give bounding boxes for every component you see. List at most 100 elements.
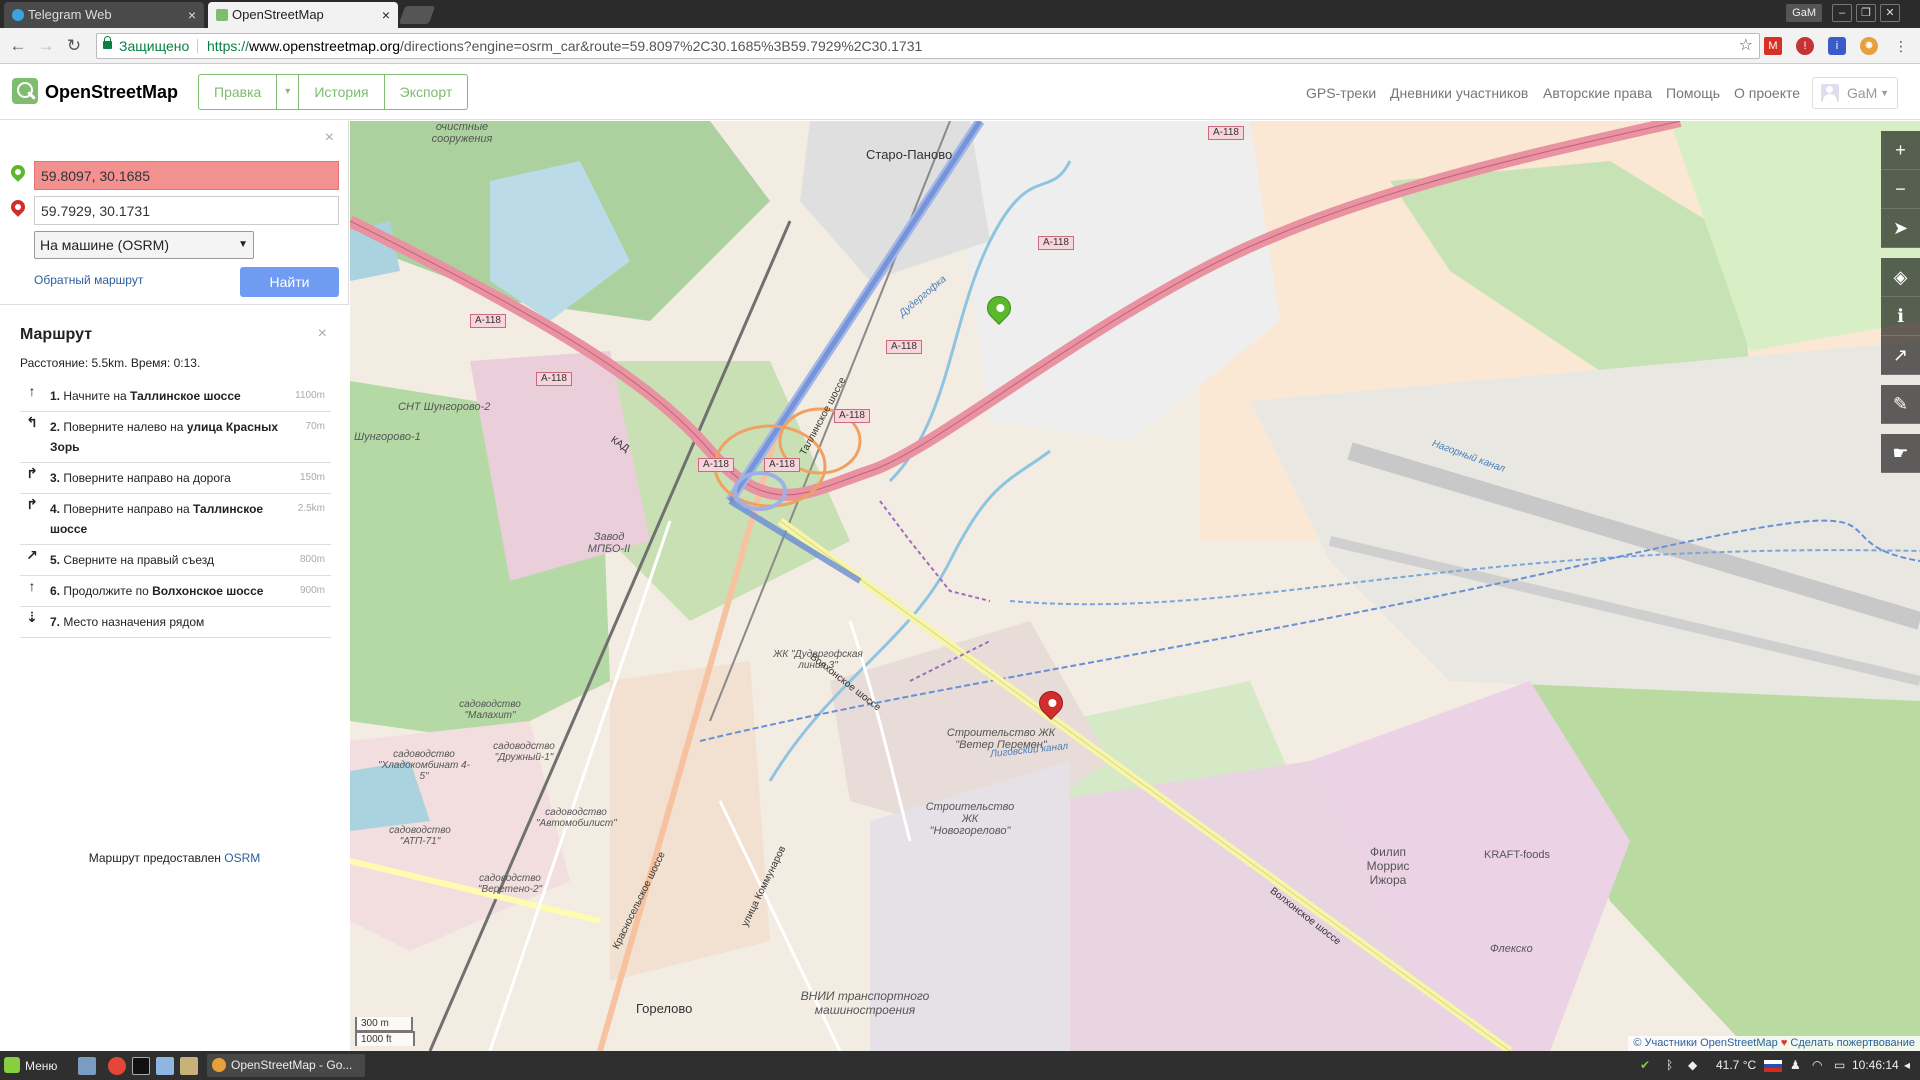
map-label-gorelovo: Горелово <box>636 1001 693 1016</box>
site-title[interactable]: OpenStreetMap <box>45 82 178 103</box>
nav-copyright[interactable]: Авторские права <box>1543 85 1652 101</box>
export-button[interactable]: Экспорт <box>385 75 468 109</box>
bluetooth-icon[interactable]: ᛒ <box>1666 1051 1673 1080</box>
edit-button-group: Правка ▾ История Экспорт <box>198 74 469 110</box>
map-label-atp: садоводство "АТП-71" <box>389 825 451 847</box>
route-step-distance: 2.5km <box>297 503 325 514</box>
close-icon[interactable]: × <box>382 2 390 28</box>
share-icon[interactable]: ↗ <box>1881 336 1920 375</box>
osrm-link[interactable]: OSRM <box>224 851 260 865</box>
to-field[interactable] <box>34 196 339 225</box>
osm-icon <box>216 9 228 21</box>
route-step[interactable]: ↑ 1. Начните на Таллинское шоссе 1100m <box>20 381 331 412</box>
route-step-text: 1. Начните на Таллинское шоссе <box>50 389 241 403</box>
query-features-icon[interactable]: ☛ <box>1881 434 1920 473</box>
map-label-staro-panovo: Старо-Паново <box>866 147 953 162</box>
turn-left-icon: ↰ <box>26 414 38 430</box>
route-step[interactable]: ↑ 6. Продолжите по Волхонское шоссе 900m <box>20 576 331 607</box>
history-button[interactable]: История <box>299 75 385 109</box>
tab-label: Telegram Web <box>28 7 112 22</box>
restore-button[interactable]: ❐ <box>1856 4 1876 22</box>
russian-flag-icon[interactable] <box>1764 1060 1782 1072</box>
donate-link[interactable]: Сделать пожертвование <box>1790 1037 1915 1049</box>
find-route-button[interactable]: Найти <box>240 267 339 297</box>
close-directions-icon[interactable]: × <box>325 129 334 147</box>
osm-logo-icon[interactable] <box>12 78 38 104</box>
adblock-extension-icon[interactable]: ! <box>1796 37 1814 55</box>
zoom-out-icon[interactable]: − <box>1881 170 1920 209</box>
tab-label: OpenStreetMap <box>232 7 324 22</box>
dropbox-icon[interactable]: ◆ <box>1688 1051 1697 1080</box>
map-label-vnii: ВНИИ транспортного машиностроения <box>800 989 930 1017</box>
locate-icon[interactable]: ➤ <box>1881 209 1920 248</box>
routing-engine-select[interactable]: На машине (OSRM) ▼ <box>34 231 254 259</box>
clock[interactable]: 10:46:14 <box>1852 1051 1899 1080</box>
from-field[interactable] <box>34 161 339 190</box>
route-step[interactable]: ↱ 4. Поверните направо на Таллинское шосс… <box>20 494 331 545</box>
taskbar-window-openstreetmap[interactable]: OpenStreetMap - Go... <box>207 1054 365 1077</box>
back-button[interactable]: ← <box>8 36 28 56</box>
avatar <box>1821 84 1839 102</box>
add-note-icon[interactable]: ✎ <box>1881 385 1920 424</box>
gmail-extension-icon[interactable]: M <box>1764 37 1782 55</box>
tab-telegram[interactable]: Telegram Web × <box>4 2 204 28</box>
nav-gps-traces[interactable]: GPS-треки <box>1306 85 1376 101</box>
chrome-icon <box>212 1058 226 1072</box>
map-canvas[interactable]: Старо-Паново Горелово очистные сооружени… <box>350 121 1920 1051</box>
show-desktop-icon[interactable] <box>78 1057 96 1075</box>
start-menu-button[interactable]: Меню <box>4 1056 57 1076</box>
edit-dropdown-caret-icon[interactable]: ▾ <box>277 75 300 109</box>
route-step-text: 5. Сверните на правый съезд <box>50 553 214 567</box>
terminal-launcher-icon[interactable] <box>132 1057 150 1075</box>
map-label-vereteno: садоводство "Веретено-2" <box>477 873 543 895</box>
extension-icon[interactable]: ✸ <box>1860 37 1878 55</box>
files-launcher-icon[interactable] <box>180 1057 198 1075</box>
route-step[interactable]: ↗ 5. Сверните на правый съезд 800m <box>20 545 331 576</box>
wifi-icon[interactable]: ◠ <box>1812 1051 1822 1080</box>
info-extension-icon[interactable]: i <box>1828 37 1846 55</box>
tab-openstreetmap[interactable]: OpenStreetMap × <box>208 2 398 28</box>
route-step-text: 6. Продолжите по Волхонское шоссе <box>50 584 264 598</box>
divider <box>1881 375 1920 385</box>
nav-user-diaries[interactable]: Дневники участников <box>1390 85 1528 101</box>
route-summary: Расстояние: 5.5km. Время: 0:13. <box>20 356 201 370</box>
new-tab-button[interactable] <box>398 6 436 24</box>
user-menu-button[interactable]: GaM ▼ <box>1812 77 1898 109</box>
address-bar[interactable]: Защищено https://www.openstreetmap.org/d… <box>96 33 1760 59</box>
virtualbox-launcher-icon[interactable] <box>156 1057 174 1075</box>
route-step-distance: 70m <box>305 421 325 432</box>
battery-icon[interactable]: ▭ <box>1834 1051 1845 1080</box>
layers-icon[interactable]: ◈ <box>1881 258 1920 297</box>
route-step-distance: 150m <box>299 472 325 483</box>
minimize-button[interactable]: – <box>1832 4 1852 22</box>
close-icon[interactable]: × <box>188 2 196 28</box>
map-label-kraft: KRAFT-foods <box>1484 849 1551 861</box>
legend-icon[interactable]: ℹ <box>1881 297 1920 336</box>
osm-header: OpenStreetMap Правка ▾ История Экспорт G… <box>0 64 1920 120</box>
user-icon[interactable]: ♟ <box>1790 1051 1801 1080</box>
forward-button[interactable]: → <box>36 36 56 56</box>
close-route-icon[interactable]: × <box>318 325 327 343</box>
straight-arrow-icon: ↑ <box>28 383 36 399</box>
zoom-in-icon[interactable]: + <box>1881 131 1920 170</box>
shield-tray-icon[interactable]: ✔ <box>1640 1051 1650 1080</box>
nav-about[interactable]: О проекте <box>1734 85 1800 101</box>
route-step[interactable]: ↱ 3. Поверните направо на дорога 150m <box>20 463 331 494</box>
close-window-button[interactable]: ✕ <box>1880 4 1900 22</box>
secure-label: Защищено <box>119 38 190 54</box>
turn-right-icon: ↱ <box>26 465 38 481</box>
nav-help[interactable]: Помощь <box>1666 85 1720 101</box>
edit-button[interactable]: Правка <box>199 75 278 109</box>
route-step[interactable]: ↰ 2. Поверните налево на улица Красных Зо… <box>20 412 331 463</box>
reverse-route-link[interactable]: Обратный маршрут <box>34 273 143 287</box>
url-text[interactable]: https://www.openstreetmap.org/directions… <box>207 34 922 58</box>
osm-contributors-link[interactable]: © Участники OpenStreetMap <box>1633 1037 1777 1049</box>
volume-icon[interactable]: ◂ <box>1904 1051 1910 1080</box>
reload-button[interactable]: ↻ <box>64 36 84 56</box>
chrome-menu-icon[interactable]: ⋮ <box>1892 37 1910 55</box>
chrome-launcher-icon[interactable] <box>108 1057 126 1075</box>
route-step[interactable]: ⇣ 7. Место назначения рядом <box>20 607 331 638</box>
profile-button[interactable]: GaM <box>1786 4 1822 22</box>
bookmark-star-icon[interactable]: ☆ <box>1739 34 1753 58</box>
map-controls: + − ➤ ◈ ℹ ↗ ✎ ☛ <box>1881 131 1920 473</box>
